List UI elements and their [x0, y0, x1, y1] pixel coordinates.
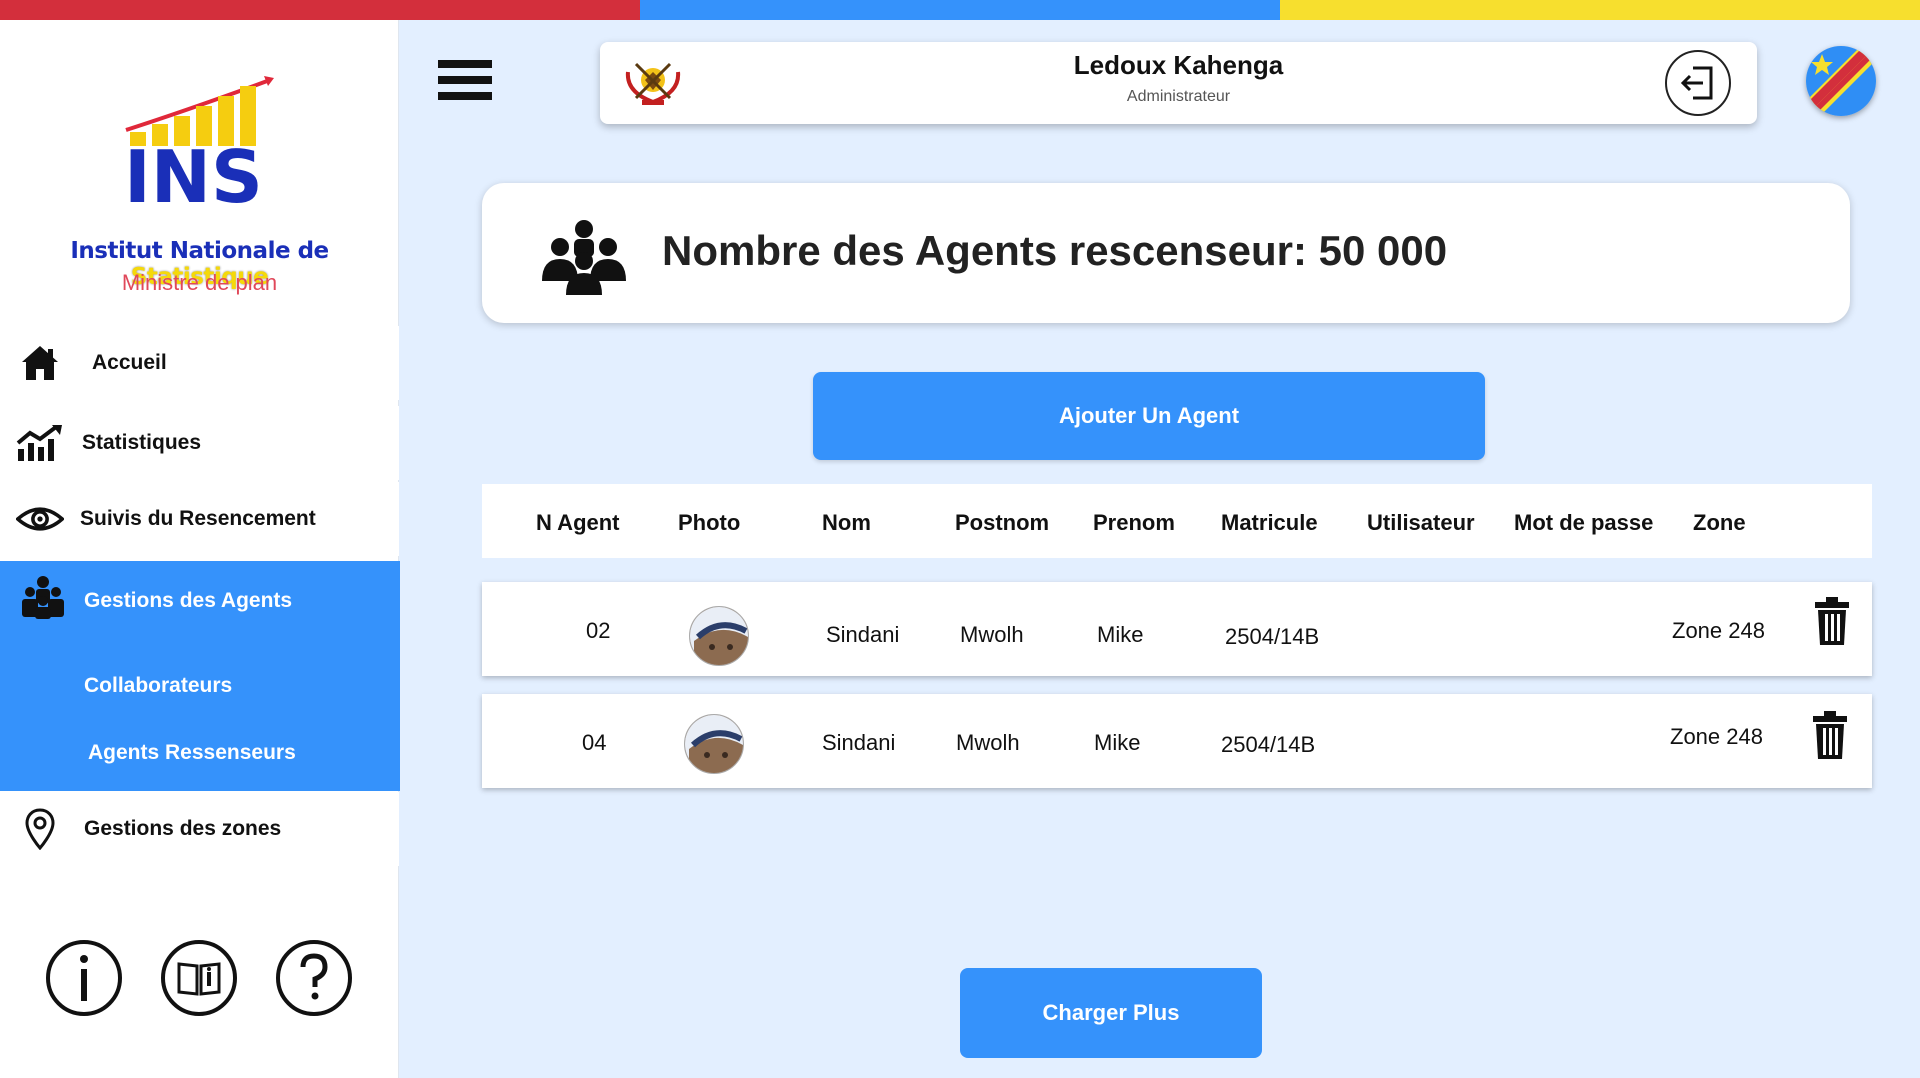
- nav-group-agents: Gestions des Agents Collaborateurs Agent…: [0, 561, 400, 791]
- hamburger-menu-icon[interactable]: [438, 60, 492, 106]
- agent-count-label: Nombre des Agents rescenseur: 50 000: [662, 227, 1448, 274]
- delete-trash-icon[interactable]: [1814, 596, 1850, 651]
- cell-matricule: 2504/14B: [1221, 732, 1316, 757]
- cell-prenom: Mike: [1094, 730, 1141, 755]
- nav-label-zones: Gestions des zones: [84, 817, 282, 840]
- stripe-red: [0, 0, 640, 20]
- col-header-prenom[interactable]: Prenom: [1093, 510, 1175, 536]
- drc-flag-icon[interactable]: [1806, 46, 1876, 116]
- user-role: Administrateur: [1126, 88, 1231, 105]
- nav-item-statistics[interactable]: Statistiques: [0, 406, 399, 480]
- ins-logo-icon: INS: [124, 76, 274, 212]
- nav-sub-enumerators[interactable]: Agents Ressenseurs: [88, 741, 296, 765]
- eye-icon: [16, 495, 64, 543]
- cell-nom: Sindani: [826, 622, 900, 647]
- nav-label-home: Accueil: [92, 351, 167, 374]
- cell-postnom: Mwolh: [956, 730, 1020, 755]
- nav-label-statistics: Statistiques: [82, 431, 202, 454]
- table-row[interactable]: 02 Sindani Mwolh Mike 2504/14B Zone 248: [482, 582, 1872, 676]
- cell-zone: Zone 248: [1670, 724, 1763, 749]
- nav-item-agents[interactable]: Gestions des Agents: [0, 561, 400, 643]
- home-icon: [16, 339, 64, 387]
- logout-button[interactable]: [1665, 50, 1731, 116]
- cell-zone: Zone 248: [1672, 618, 1765, 643]
- cell-matricule: 2504/14B: [1225, 624, 1320, 649]
- cell-postnom: Mwolh: [960, 622, 1024, 647]
- cell-n-agent: 02: [586, 618, 611, 643]
- table-header: N Agent Photo Nom Postnom Prenom Matricu…: [482, 484, 1872, 558]
- agent-photo[interactable]: [684, 714, 744, 774]
- col-header-postnom[interactable]: Postnom: [955, 510, 1049, 536]
- col-header-photo[interactable]: Photo: [678, 510, 740, 536]
- ins-logo: INS Institut Nationale de Statistique Mi…: [0, 20, 399, 320]
- group-icon: [538, 219, 630, 300]
- nav-sub-collaborators[interactable]: Collaborateurs: [84, 674, 232, 698]
- nav-item-home[interactable]: Accueil: [0, 326, 399, 400]
- sidebar: INS Institut Nationale de Statistique Mi…: [0, 20, 400, 1078]
- delete-trash-icon[interactable]: [1812, 710, 1848, 765]
- svg-text:INS: INS: [124, 135, 263, 212]
- table-row[interactable]: 04 Sindani Mwolh Mike 2504/14B Zone 248: [482, 694, 1872, 788]
- col-header-utilisateur[interactable]: Utilisateur: [1367, 510, 1475, 536]
- flag-color-stripe: [0, 0, 1920, 20]
- stripe-yellow: [1280, 0, 1920, 20]
- user-name: Ledoux Kahenga: [1073, 50, 1284, 80]
- load-more-button[interactable]: Charger Plus: [960, 968, 1262, 1058]
- logo-title-part1: Institut Nationale de: [70, 238, 329, 264]
- col-header-mot-de-passe[interactable]: Mot de passe: [1514, 510, 1653, 536]
- cell-n-agent: 04: [582, 730, 607, 755]
- logout-icon: [1680, 66, 1713, 100]
- agent-count-card: Nombre des Agents rescenseur: 50 000: [482, 183, 1850, 323]
- col-header-matricule[interactable]: Matricule: [1221, 510, 1318, 536]
- chart-trend-icon: [16, 419, 64, 467]
- nav-item-census-tracking[interactable]: Suivis du Resencement: [0, 482, 399, 556]
- col-header-zone[interactable]: Zone: [1693, 510, 1746, 536]
- user-header: Ledoux Kahenga Administrateur: [600, 42, 1757, 124]
- logo-subtitle: Ministre de plan: [121, 270, 278, 295]
- cell-prenom: Mike: [1097, 622, 1144, 647]
- nav-label-census-tracking: Suivis du Resencement: [80, 507, 316, 530]
- stripe-blue: [640, 0, 1280, 20]
- col-header-nom[interactable]: Nom: [822, 510, 871, 536]
- col-header-n-agent[interactable]: N Agent: [536, 510, 620, 536]
- location-pin-icon: [16, 805, 64, 853]
- agent-photo[interactable]: [689, 606, 749, 666]
- add-agent-button[interactable]: Ajouter Un Agent: [813, 372, 1485, 460]
- nav-item-zones[interactable]: Gestions des zones: [0, 792, 399, 866]
- info-icon[interactable]: [46, 940, 122, 1016]
- footer-icons: [0, 940, 399, 1040]
- cell-nom: Sindani: [822, 730, 896, 755]
- help-icon[interactable]: [276, 940, 352, 1016]
- nav-label-agents: Gestions des Agents: [84, 589, 293, 612]
- group-icon: [18, 575, 68, 624]
- book-info-icon[interactable]: [161, 940, 237, 1016]
